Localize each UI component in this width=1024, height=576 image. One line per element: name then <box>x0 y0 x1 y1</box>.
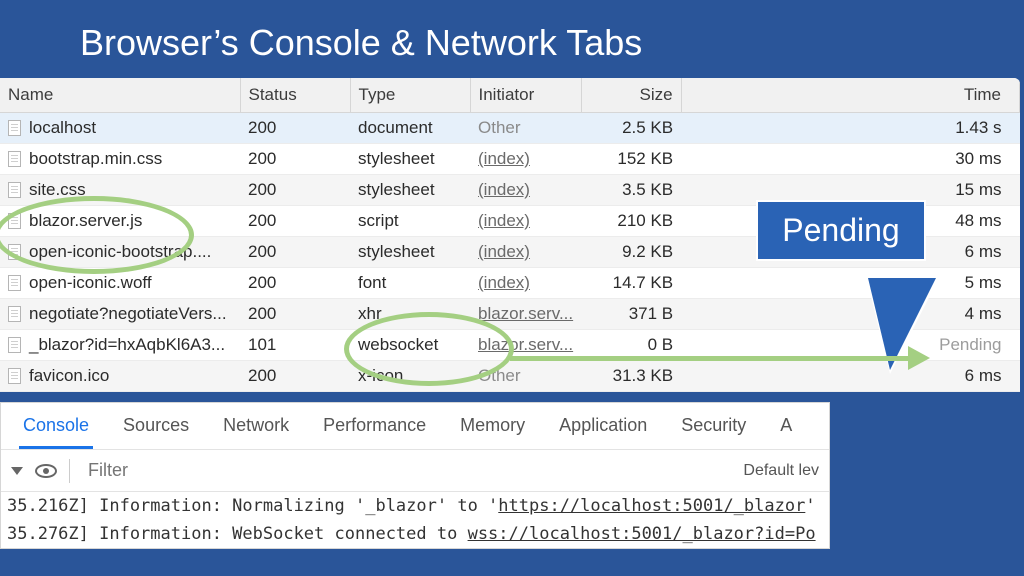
initiator-other: Other <box>478 366 521 385</box>
initiator-link[interactable]: (index) <box>478 273 530 292</box>
pending-callout: Pending <box>756 200 926 261</box>
col-initiator[interactable]: Initiator <box>470 78 581 113</box>
log-link[interactable]: wss://localhost:5001/_blazor?id=Po <box>468 524 816 544</box>
table-row[interactable]: localhost200documentOther2.5 KB1.43 s <box>0 113 1020 144</box>
file-icon <box>8 120 21 136</box>
eye-icon[interactable] <box>35 464 57 478</box>
filter-input[interactable] <box>82 456 731 485</box>
log-levels[interactable]: Default lev <box>743 462 819 480</box>
tab-sources[interactable]: Sources <box>119 409 193 449</box>
initiator-other: Other <box>478 118 521 137</box>
col-status[interactable]: Status <box>240 78 350 113</box>
tab-memory[interactable]: Memory <box>456 409 529 449</box>
log-link[interactable]: https://localhost:5001/_blazor <box>498 496 805 516</box>
tab-performance[interactable]: Performance <box>319 409 430 449</box>
tab-console[interactable]: Console <box>19 409 93 449</box>
console-panel: Console Sources Network Performance Memory Ap… <box>0 402 830 549</box>
file-icon <box>8 213 21 229</box>
devtools-tabs: Console Sources Network Performance Memory Ap… <box>1 403 829 450</box>
file-icon <box>8 368 21 384</box>
console-filter-row: Default lev <box>1 450 829 492</box>
console-log-line: 35.276Z] Information: WebSocket connecte… <box>1 520 829 548</box>
file-icon <box>8 244 21 260</box>
initiator-link[interactable]: blazor.serv... <box>478 304 573 323</box>
initiator-link[interactable]: (index) <box>478 149 530 168</box>
tab-security[interactable]: Security <box>677 409 750 449</box>
console-log-line: 35.216Z] Information: Normalizing '_blaz… <box>1 492 829 520</box>
tab-network[interactable]: Network <box>219 409 293 449</box>
file-icon <box>8 337 21 353</box>
col-name[interactable]: Name <box>0 78 240 113</box>
table-row[interactable]: bootstrap.min.css200stylesheet(index)152… <box>0 144 1020 175</box>
col-type[interactable]: Type <box>350 78 470 113</box>
tab-a[interactable]: A <box>776 409 796 449</box>
col-time[interactable]: Time <box>681 78 1019 113</box>
file-icon <box>8 182 21 198</box>
callout-label: Pending <box>756 200 926 261</box>
slide-title: Browser’s Console & Network Tabs <box>0 0 1024 78</box>
file-icon <box>8 151 21 167</box>
initiator-link[interactable]: (index) <box>478 211 530 230</box>
initiator-link[interactable]: (index) <box>478 180 530 199</box>
initiator-link[interactable]: (index) <box>478 242 530 261</box>
file-icon <box>8 275 21 291</box>
initiator-link[interactable]: blazor.serv... <box>478 335 573 354</box>
dropdown-icon[interactable] <box>11 467 23 475</box>
col-size[interactable]: Size <box>581 78 681 113</box>
tab-application[interactable]: Application <box>555 409 651 449</box>
file-icon <box>8 306 21 322</box>
